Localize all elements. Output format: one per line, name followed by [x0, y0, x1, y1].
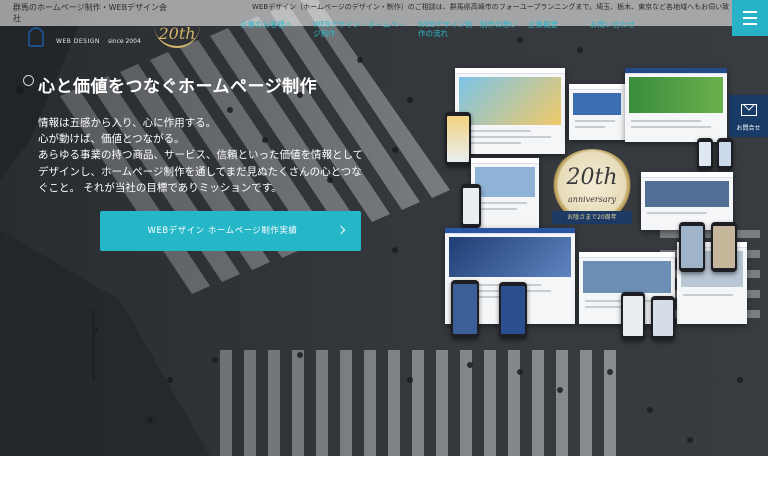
company-logo[interactable]: WEB DESIGN since 2004 20th: [28, 24, 208, 50]
anniversary-word: anniversary: [568, 195, 616, 204]
logo-mark-icon: [28, 27, 44, 47]
phone-mockup: [697, 138, 713, 170]
anniversary-emblem: 20th anniversary お陰さまで20周年: [538, 143, 646, 247]
phone-mockup: [651, 296, 675, 340]
hero-body-line: ぐこと。 それが当社の目標でありミッションです。: [38, 181, 282, 194]
hamburger-icon-line: [743, 17, 757, 19]
phone-mockup: [621, 292, 645, 340]
top-notice: WEBデザイン（ホームページのデザイン・制作）のご相談は、群馬県高崎市のフォーユ…: [252, 3, 730, 11]
hero-body-line: 心が動けば、価値とつながる。: [38, 133, 185, 146]
hamburger-icon-line: [743, 23, 757, 25]
title-circle-icon: [23, 75, 34, 86]
website-mockup: [455, 68, 565, 154]
website-mockup: [569, 84, 625, 140]
hero-title: 心と価値をつなぐホームページ制作: [38, 77, 318, 97]
website-mockup: [625, 68, 727, 142]
phone-mockup: [461, 184, 481, 228]
phone-mockup: [445, 112, 471, 166]
phone-mockup: [451, 280, 479, 338]
nav-item-corporate[interactable]: 企業のお客様へ: [240, 20, 293, 29]
hamburger-icon: [743, 11, 757, 13]
works-cta-button[interactable]: WEBデザイン ホームページ制作実績: [100, 211, 361, 251]
hamburger-menu-button[interactable]: [732, 0, 768, 36]
website-mockup: [471, 158, 539, 228]
phone-mockup: [679, 222, 705, 272]
hero-body: 情報は五感から入り、心に作用する。 心が動けば、価値とつながる。 あらゆる事業の…: [38, 115, 418, 196]
site-title: 群馬のホームページ制作・WEBデザイン会社: [13, 3, 168, 23]
nav-item-web-design[interactable]: WEBデザイン・ホームページ制作: [313, 20, 409, 38]
logo-20th-badge: 20th: [150, 20, 204, 48]
anniversary-ribbon-text: お陰さまで20周年: [567, 214, 617, 221]
anniversary-number: 20th: [566, 165, 618, 190]
logo-since: since 2004: [108, 38, 141, 45]
hero-body-line: デザインし、ホームページ制作を通してまだ見ぬたくさんの心とつな: [38, 165, 362, 178]
nav-item-flow[interactable]: WEBデザイン制作の流れ: [418, 20, 478, 38]
cta-label: WEBデザイン ホームページ制作実績: [147, 226, 298, 236]
phone-mockup: [499, 282, 527, 338]
nav-item-philosophy[interactable]: 制作の想い: [480, 20, 518, 29]
nav-item-company[interactable]: 企業概要: [528, 20, 558, 29]
phone-mockup: [711, 222, 737, 272]
nav-item-contact[interactable]: お問い合わせ: [590, 20, 635, 29]
page-below-hero: [0, 456, 768, 480]
logo-subtitle: WEB DESIGN: [56, 38, 100, 45]
phone-mockup: [717, 138, 733, 170]
hero-body-line: 情報は五感から入り、心に作用する。: [38, 117, 217, 129]
hero-body-line: あらゆる事業の持つ商品、サービス、信頼といった価値を情報として: [38, 149, 364, 162]
